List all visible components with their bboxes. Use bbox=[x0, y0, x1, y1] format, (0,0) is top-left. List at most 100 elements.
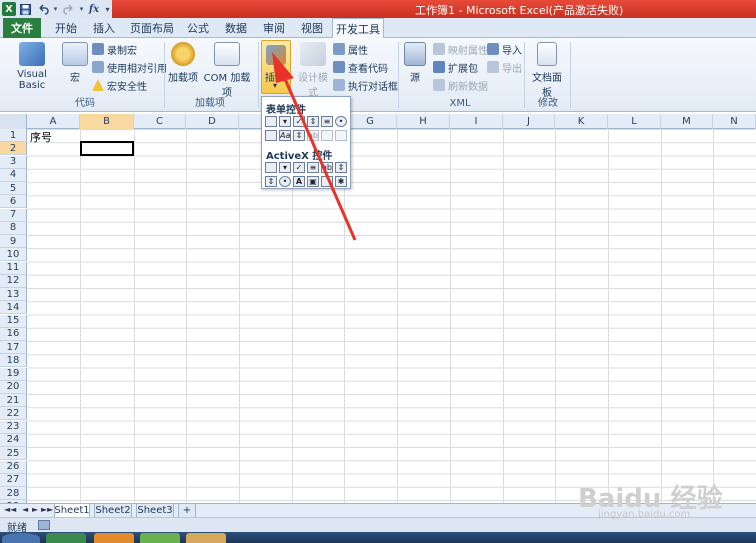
tab-review[interactable]: 审阅 bbox=[256, 18, 292, 38]
sheet-tab[interactable]: Sheet2 bbox=[94, 504, 132, 518]
sheet-tab[interactable]: Sheet1 bbox=[54, 504, 90, 518]
activex-toggle-icon[interactable] bbox=[321, 176, 333, 187]
column-header[interactable]: D bbox=[186, 114, 239, 129]
column-header[interactable]: K bbox=[555, 114, 608, 129]
visual-basic-button[interactable]: Visual Basic bbox=[6, 42, 58, 91]
more-controls-icon[interactable]: ✱ bbox=[335, 176, 347, 187]
row-header[interactable]: 12 bbox=[0, 274, 27, 288]
tab-insert[interactable]: 插入 bbox=[86, 18, 122, 38]
activex-button-icon[interactable] bbox=[265, 162, 277, 173]
redo-icon[interactable] bbox=[61, 2, 76, 17]
column-header[interactable]: B bbox=[80, 114, 134, 129]
addins-button[interactable]: 加载项 bbox=[168, 42, 198, 84]
column-header[interactable]: M bbox=[661, 114, 713, 129]
row-header[interactable]: 19 bbox=[0, 367, 27, 381]
import-button[interactable]: 导入 bbox=[487, 42, 522, 57]
row-header[interactable]: 16 bbox=[0, 327, 27, 341]
start-button[interactable] bbox=[2, 533, 40, 543]
app-taskbar-icon[interactable] bbox=[186, 533, 226, 543]
active-cell-B2[interactable] bbox=[80, 141, 134, 156]
row-header[interactable]: 6 bbox=[0, 195, 27, 209]
row-header[interactable]: 1 bbox=[0, 129, 27, 142]
refresh-data-button[interactable]: 刷新数据 bbox=[433, 78, 488, 93]
macro-button[interactable]: 宏 bbox=[62, 42, 88, 84]
tab-file[interactable]: 文件 bbox=[3, 18, 41, 38]
chevron-down-icon[interactable]: ▾ bbox=[52, 2, 59, 17]
excel-logo-icon[interactable]: X bbox=[2, 2, 16, 16]
spin-button-icon[interactable]: ⇕ bbox=[307, 116, 319, 127]
group-box-icon[interactable] bbox=[265, 130, 277, 141]
scroll-bar-icon[interactable]: ⇕ bbox=[293, 130, 305, 141]
checkbox-icon[interactable]: ✓ bbox=[293, 116, 305, 127]
macro-record-icon[interactable] bbox=[38, 520, 50, 530]
tab-home[interactable]: 开始 bbox=[48, 18, 84, 38]
activex-scrollbar-icon[interactable]: ⇕ bbox=[335, 162, 347, 173]
next-sheet-icon[interactable]: ► bbox=[32, 505, 38, 514]
row-header[interactable]: 8 bbox=[0, 221, 27, 235]
cell-A1[interactable]: 序号 bbox=[30, 129, 52, 145]
fx-icon[interactable]: fx bbox=[87, 2, 101, 17]
activex-label-icon[interactable]: A bbox=[293, 176, 305, 187]
activex-spin-icon[interactable]: ⇕ bbox=[265, 176, 277, 187]
map-properties-button[interactable]: 映射属性 bbox=[433, 42, 488, 57]
activex-option-icon[interactable]: • bbox=[279, 176, 291, 187]
row-header[interactable]: 21 bbox=[0, 394, 27, 408]
prev-sheet-icon[interactable]: ◄ bbox=[22, 505, 28, 514]
excel-taskbar-icon[interactable] bbox=[46, 533, 86, 543]
app-taskbar-icon[interactable] bbox=[140, 533, 180, 543]
column-header[interactable]: G bbox=[344, 114, 397, 129]
row-header[interactable]: 24 bbox=[0, 433, 27, 447]
view-code-button[interactable]: 查看代码 bbox=[333, 60, 388, 75]
combo-box-icon[interactable]: ▾ bbox=[279, 116, 291, 127]
export-button[interactable]: 导出 bbox=[487, 60, 522, 75]
tab-developer[interactable]: 开发工具 bbox=[332, 18, 384, 39]
save-icon[interactable] bbox=[18, 2, 33, 17]
column-header[interactable]: L bbox=[608, 114, 661, 129]
app-taskbar-icon[interactable] bbox=[94, 533, 134, 543]
column-header[interactable]: J bbox=[503, 114, 555, 129]
customize-qat-icon[interactable]: ▾ bbox=[103, 2, 112, 17]
activex-combo-icon[interactable]: ▾ bbox=[279, 162, 291, 173]
row-header[interactable]: 5 bbox=[0, 182, 27, 196]
run-dialog-button[interactable]: 执行对话框 bbox=[333, 78, 398, 93]
row-header[interactable]: 10 bbox=[0, 248, 27, 262]
insert-sheet-icon[interactable]: + bbox=[178, 504, 196, 518]
row-header[interactable]: 22 bbox=[0, 407, 27, 421]
row-header[interactable]: 28 bbox=[0, 487, 27, 501]
relative-reference-button[interactable]: 使用相对引用 bbox=[92, 60, 167, 75]
record-macro-button[interactable]: 录制宏 bbox=[92, 42, 137, 57]
column-header[interactable]: I bbox=[450, 114, 503, 129]
com-addins-button[interactable]: COM 加载项 bbox=[200, 42, 254, 99]
tab-formulas[interactable]: 公式 bbox=[180, 18, 216, 38]
row-header[interactable]: 11 bbox=[0, 261, 27, 275]
expansion-packs-button[interactable]: 扩展包 bbox=[433, 60, 478, 75]
row-header[interactable]: 4 bbox=[0, 168, 27, 182]
column-header[interactable]: A bbox=[27, 114, 80, 129]
activex-list-icon[interactable]: ≡ bbox=[307, 162, 319, 173]
insert-control-button[interactable]: 插入 ▾ bbox=[261, 40, 291, 94]
column-header[interactable]: C bbox=[134, 114, 186, 129]
design-mode-button[interactable]: 设计模式 bbox=[296, 42, 330, 99]
row-header[interactable]: 3 bbox=[0, 155, 27, 169]
first-sheet-icon[interactable]: ◄◄ bbox=[4, 505, 16, 514]
row-header[interactable]: 9 bbox=[0, 235, 27, 249]
row-header[interactable]: 26 bbox=[0, 460, 27, 474]
chevron-down-icon[interactable]: ▾ bbox=[78, 2, 85, 17]
row-header[interactable]: 27 bbox=[0, 473, 27, 487]
button-control-icon[interactable] bbox=[265, 116, 277, 127]
select-all-corner[interactable] bbox=[0, 114, 27, 129]
column-header[interactable]: H bbox=[397, 114, 450, 129]
properties-button[interactable]: 属性 bbox=[333, 42, 368, 57]
activex-textbox-icon[interactable]: ab bbox=[321, 162, 333, 173]
option-button-icon[interactable]: • bbox=[335, 116, 347, 127]
row-header[interactable]: 20 bbox=[0, 380, 27, 394]
list-box-icon[interactable]: ≡ bbox=[321, 116, 333, 127]
row-header[interactable]: 23 bbox=[0, 420, 27, 434]
xml-source-button[interactable]: 源 bbox=[402, 42, 428, 84]
activex-checkbox-icon[interactable]: ✓ bbox=[293, 162, 305, 173]
document-panel-button[interactable]: 文档面板 bbox=[528, 42, 566, 99]
undo-icon[interactable] bbox=[35, 2, 50, 17]
macro-security-button[interactable]: 宏安全性 bbox=[92, 78, 147, 93]
row-header[interactable]: 18 bbox=[0, 354, 27, 368]
column-header[interactable]: N bbox=[713, 114, 756, 129]
